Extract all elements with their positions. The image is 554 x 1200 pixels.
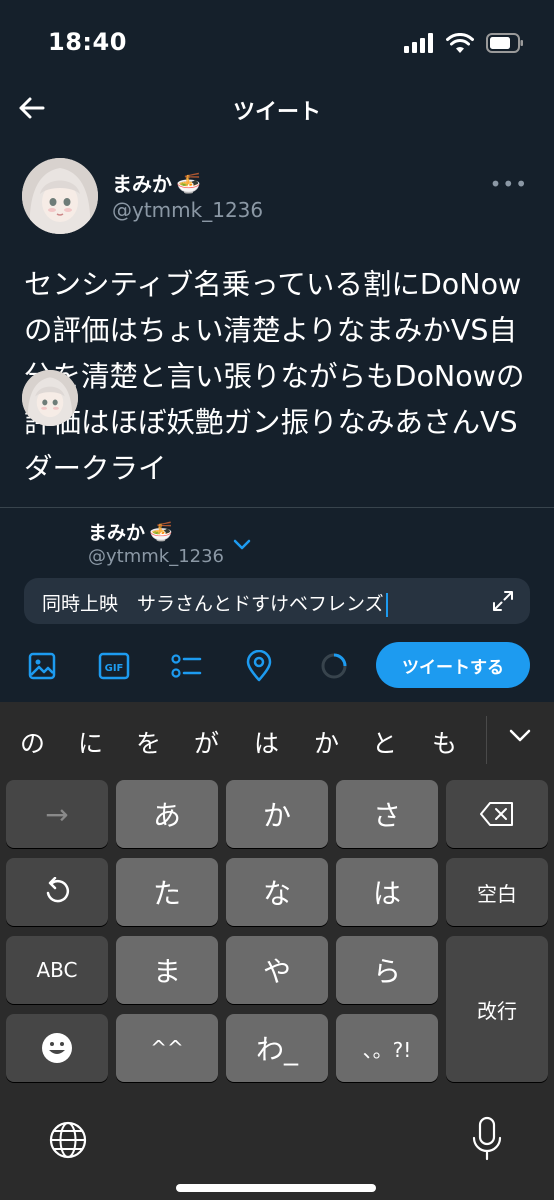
add-image-button[interactable]	[26, 650, 58, 682]
reply-input-text: 同時上映 サラさんとドすけベフレンズ	[42, 593, 384, 615]
key-ya[interactable]: や	[226, 936, 328, 1004]
undo-icon	[46, 877, 69, 903]
chevron-down-icon[interactable]	[508, 728, 532, 744]
globe-icon[interactable]	[48, 1120, 88, 1160]
display-name-text: まみか	[112, 172, 172, 196]
key-punctuation[interactable]: 、。?!	[336, 1014, 438, 1082]
key-ta[interactable]: た	[116, 858, 218, 926]
candidate-item[interactable]: は	[254, 724, 279, 760]
space-key[interactable]: 空白	[446, 858, 548, 926]
home-indicator	[176, 1184, 376, 1192]
candidate-item[interactable]: に	[78, 724, 103, 760]
microphone-icon[interactable]	[470, 1116, 504, 1162]
header: ツイート	[0, 88, 554, 128]
reply-input[interactable]: 同時上映 サラさんとドすけベフレンズ	[24, 578, 530, 624]
composer-display-name: まみか 🍜	[88, 518, 173, 545]
key-a[interactable]: あ	[116, 780, 218, 848]
emoji-key[interactable]	[6, 1014, 108, 1082]
poll-icon	[171, 654, 202, 678]
key-wa[interactable]: わ_	[226, 1014, 328, 1082]
gif-icon: GIF	[98, 652, 130, 680]
candidate-item[interactable]: と	[372, 724, 397, 760]
page-title: ツイート	[232, 100, 321, 125]
candidate-divider	[486, 716, 487, 764]
composer-name-text: まみか	[88, 522, 146, 544]
composer-handle: @ytmmk_1236	[88, 546, 225, 567]
status-icons	[404, 33, 524, 53]
key-ma[interactable]: ま	[116, 936, 218, 1004]
tweet-text: センシティブ名乗っている割にDoNowの評価はちょい清楚よりなまみかVS自分を清…	[24, 268, 525, 485]
candidate-item[interactable]: か	[314, 724, 339, 760]
user-handle[interactable]: @ytmmk_1236	[112, 198, 263, 222]
key-undo[interactable]	[6, 858, 108, 926]
status-bar: 18:40	[0, 0, 554, 88]
more-options-button[interactable]: •••	[490, 172, 528, 196]
add-poll-button[interactable]	[170, 650, 202, 682]
key-ra[interactable]: ら	[336, 936, 438, 1004]
expand-icon[interactable]	[492, 590, 514, 612]
composer-avatar[interactable]	[22, 370, 78, 426]
gif-label: GIF	[105, 663, 124, 674]
noodle-emoji-icon: 🍜	[176, 170, 201, 195]
noodle-emoji-icon: 🍜	[149, 521, 173, 543]
battery-icon	[486, 33, 523, 53]
account-switch-chevron-icon[interactable]	[232, 538, 252, 552]
location-icon	[246, 650, 272, 682]
key-kaomoji[interactable]: ^^	[116, 1014, 218, 1082]
tweet: まみか 🍜 @ytmmk_1236 ••• センシティブ名乗っている割にDoNo…	[0, 150, 554, 508]
keyboard: の に を が は か と も → あ か さ た な は 空白 ABC ま や…	[0, 702, 554, 1200]
candidate-item[interactable]: の	[20, 724, 45, 760]
key-ka[interactable]: か	[226, 780, 328, 848]
candidate-bar: の に を が は か と も	[0, 702, 554, 774]
key-cursor-right[interactable]: →	[6, 780, 108, 848]
character-count-icon	[321, 653, 347, 679]
key-sa[interactable]: さ	[336, 780, 438, 848]
character-count	[318, 650, 350, 682]
candidate-item[interactable]: が	[194, 724, 219, 760]
candidate-item[interactable]: も	[432, 724, 457, 760]
image-icon	[28, 652, 56, 680]
compose-toolbar: GIF ツイートする	[0, 640, 554, 690]
signal-icon	[404, 33, 433, 53]
wifi-icon	[446, 33, 474, 53]
avatar[interactable]	[22, 158, 98, 234]
add-gif-button[interactable]: GIF	[98, 650, 130, 682]
backspace-icon	[480, 802, 513, 826]
text-cursor	[385, 592, 388, 617]
return-key[interactable]: 改行	[446, 936, 548, 1082]
emoji-icon	[42, 1033, 72, 1063]
tweet-button[interactable]: ツイートする	[376, 642, 530, 688]
key-abc[interactable]: ABC	[6, 936, 108, 1004]
delete-key[interactable]	[446, 780, 548, 848]
status-time: 18:40	[48, 28, 127, 56]
key-ha[interactable]: は	[336, 858, 438, 926]
key-na[interactable]: な	[226, 858, 328, 926]
display-name[interactable]: まみか 🍜	[112, 168, 201, 197]
add-location-button[interactable]	[243, 650, 275, 682]
candidate-item[interactable]: を	[136, 724, 161, 760]
